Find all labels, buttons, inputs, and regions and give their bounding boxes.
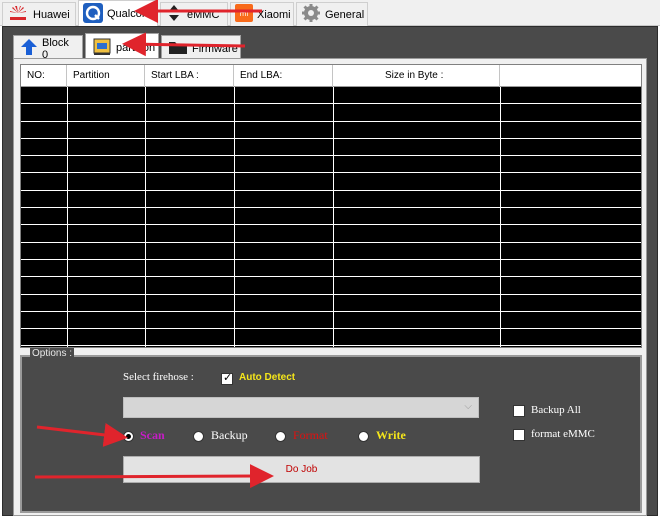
column-divider: [333, 87, 334, 347]
column-divider: [500, 87, 501, 347]
scan-radio[interactable]: [123, 431, 134, 442]
tab-block0-label: Block 0: [42, 36, 69, 61]
table-row[interactable]: [21, 329, 641, 347]
partition-table[interactable]: NO: Partition Start LBA : End LBA: Size …: [20, 64, 642, 348]
qualcomm-icon: [83, 2, 103, 26]
column-header[interactable]: End LBA:: [234, 65, 333, 87]
table-row[interactable]: [21, 87, 641, 105]
emmc-chip-icon: [165, 4, 183, 25]
tab-xiaomi-label: Xiaomi: [257, 8, 291, 21]
tab-qualcom[interactable]: Qualcom: [78, 0, 158, 27]
table-row[interactable]: [21, 104, 641, 122]
options-groupbox: Options : Select firehose : Auto Detect …: [20, 348, 642, 513]
auto-detect-label[interactable]: Auto Detect: [239, 372, 295, 383]
format-emmc-label[interactable]: format eMMC: [531, 428, 595, 440]
gear-icon: [301, 3, 321, 26]
tab-qualcom-label: Qualcom: [107, 8, 152, 20]
backup-all-label[interactable]: Backup All: [531, 404, 581, 416]
column-header[interactable]: [500, 65, 641, 87]
column-header[interactable]: Partition: [67, 65, 145, 87]
chevron-down-icon[interactable]: ⌵: [464, 401, 472, 412]
table-row[interactable]: [21, 312, 641, 330]
main-tab-bar: Huawei Qualcom eMMC mi Xiaomi General: [0, 0, 660, 27]
tab-emmc-label: eMMC: [187, 8, 220, 21]
table-row[interactable]: [21, 191, 641, 209]
table-row[interactable]: [21, 243, 641, 260]
partition-icon: [92, 37, 112, 60]
tab-firmware-label: Firmware: [192, 42, 238, 55]
table-row[interactable]: [21, 139, 641, 157]
select-firehose-label: Select firehose :: [123, 371, 194, 383]
options-title: Options :: [30, 348, 75, 359]
qualcomm-panel: Block 0 partition Firmware NO: Partition…: [2, 26, 658, 516]
tab-emmc[interactable]: eMMC: [160, 2, 228, 26]
upload-arrow-icon: [20, 38, 38, 59]
scan-label[interactable]: Scan: [140, 428, 165, 443]
column-divider: [67, 87, 68, 347]
table-row[interactable]: [21, 156, 641, 174]
do-job-label: Do Job: [285, 464, 318, 475]
backup-radio[interactable]: [193, 431, 204, 442]
table-row[interactable]: [21, 277, 641, 295]
column-divider: [234, 87, 235, 347]
write-radio[interactable]: [358, 431, 369, 442]
partition-tab-panel: NO: Partition Start LBA : End LBA: Size …: [13, 58, 647, 516]
format-emmc-checkbox[interactable]: [513, 429, 525, 441]
table-row[interactable]: [21, 122, 641, 139]
tab-partition-label: partition: [116, 42, 156, 54]
backup-label[interactable]: Backup: [211, 428, 248, 443]
svg-text:mi: mi: [240, 10, 249, 18]
do-job-button[interactable]: Do Job: [123, 456, 480, 483]
column-header[interactable]: NO:: [21, 65, 67, 87]
table-row[interactable]: [21, 208, 641, 226]
tab-xiaomi[interactable]: mi Xiaomi: [230, 2, 294, 26]
backup-all-checkbox[interactable]: [513, 405, 525, 417]
write-label[interactable]: Write: [376, 428, 406, 443]
table-row[interactable]: [21, 260, 641, 278]
firehose-select[interactable]: ⌵: [123, 397, 479, 418]
tab-huawei[interactable]: Huawei: [2, 2, 76, 26]
format-label[interactable]: Format: [293, 428, 328, 443]
folder-icon: [168, 39, 188, 58]
column-header[interactable]: Size in Byte :: [333, 65, 500, 87]
table-row[interactable]: [21, 225, 641, 243]
table-row[interactable]: [21, 295, 641, 312]
column-header[interactable]: Start LBA :: [145, 65, 234, 87]
huawei-logo-icon: [7, 4, 29, 25]
format-radio[interactable]: [275, 431, 286, 442]
tab-general[interactable]: General: [296, 2, 368, 26]
table-header: NO: Partition Start LBA : End LBA: Size …: [21, 65, 641, 87]
tab-general-label: General: [325, 8, 365, 21]
column-divider: [145, 87, 146, 347]
xiaomi-logo-icon: mi: [235, 4, 253, 25]
tab-huawei-label: Huawei: [33, 8, 70, 21]
table-row[interactable]: [21, 173, 641, 191]
table-body: [21, 87, 641, 347]
auto-detect-checkbox[interactable]: [221, 371, 233, 385]
